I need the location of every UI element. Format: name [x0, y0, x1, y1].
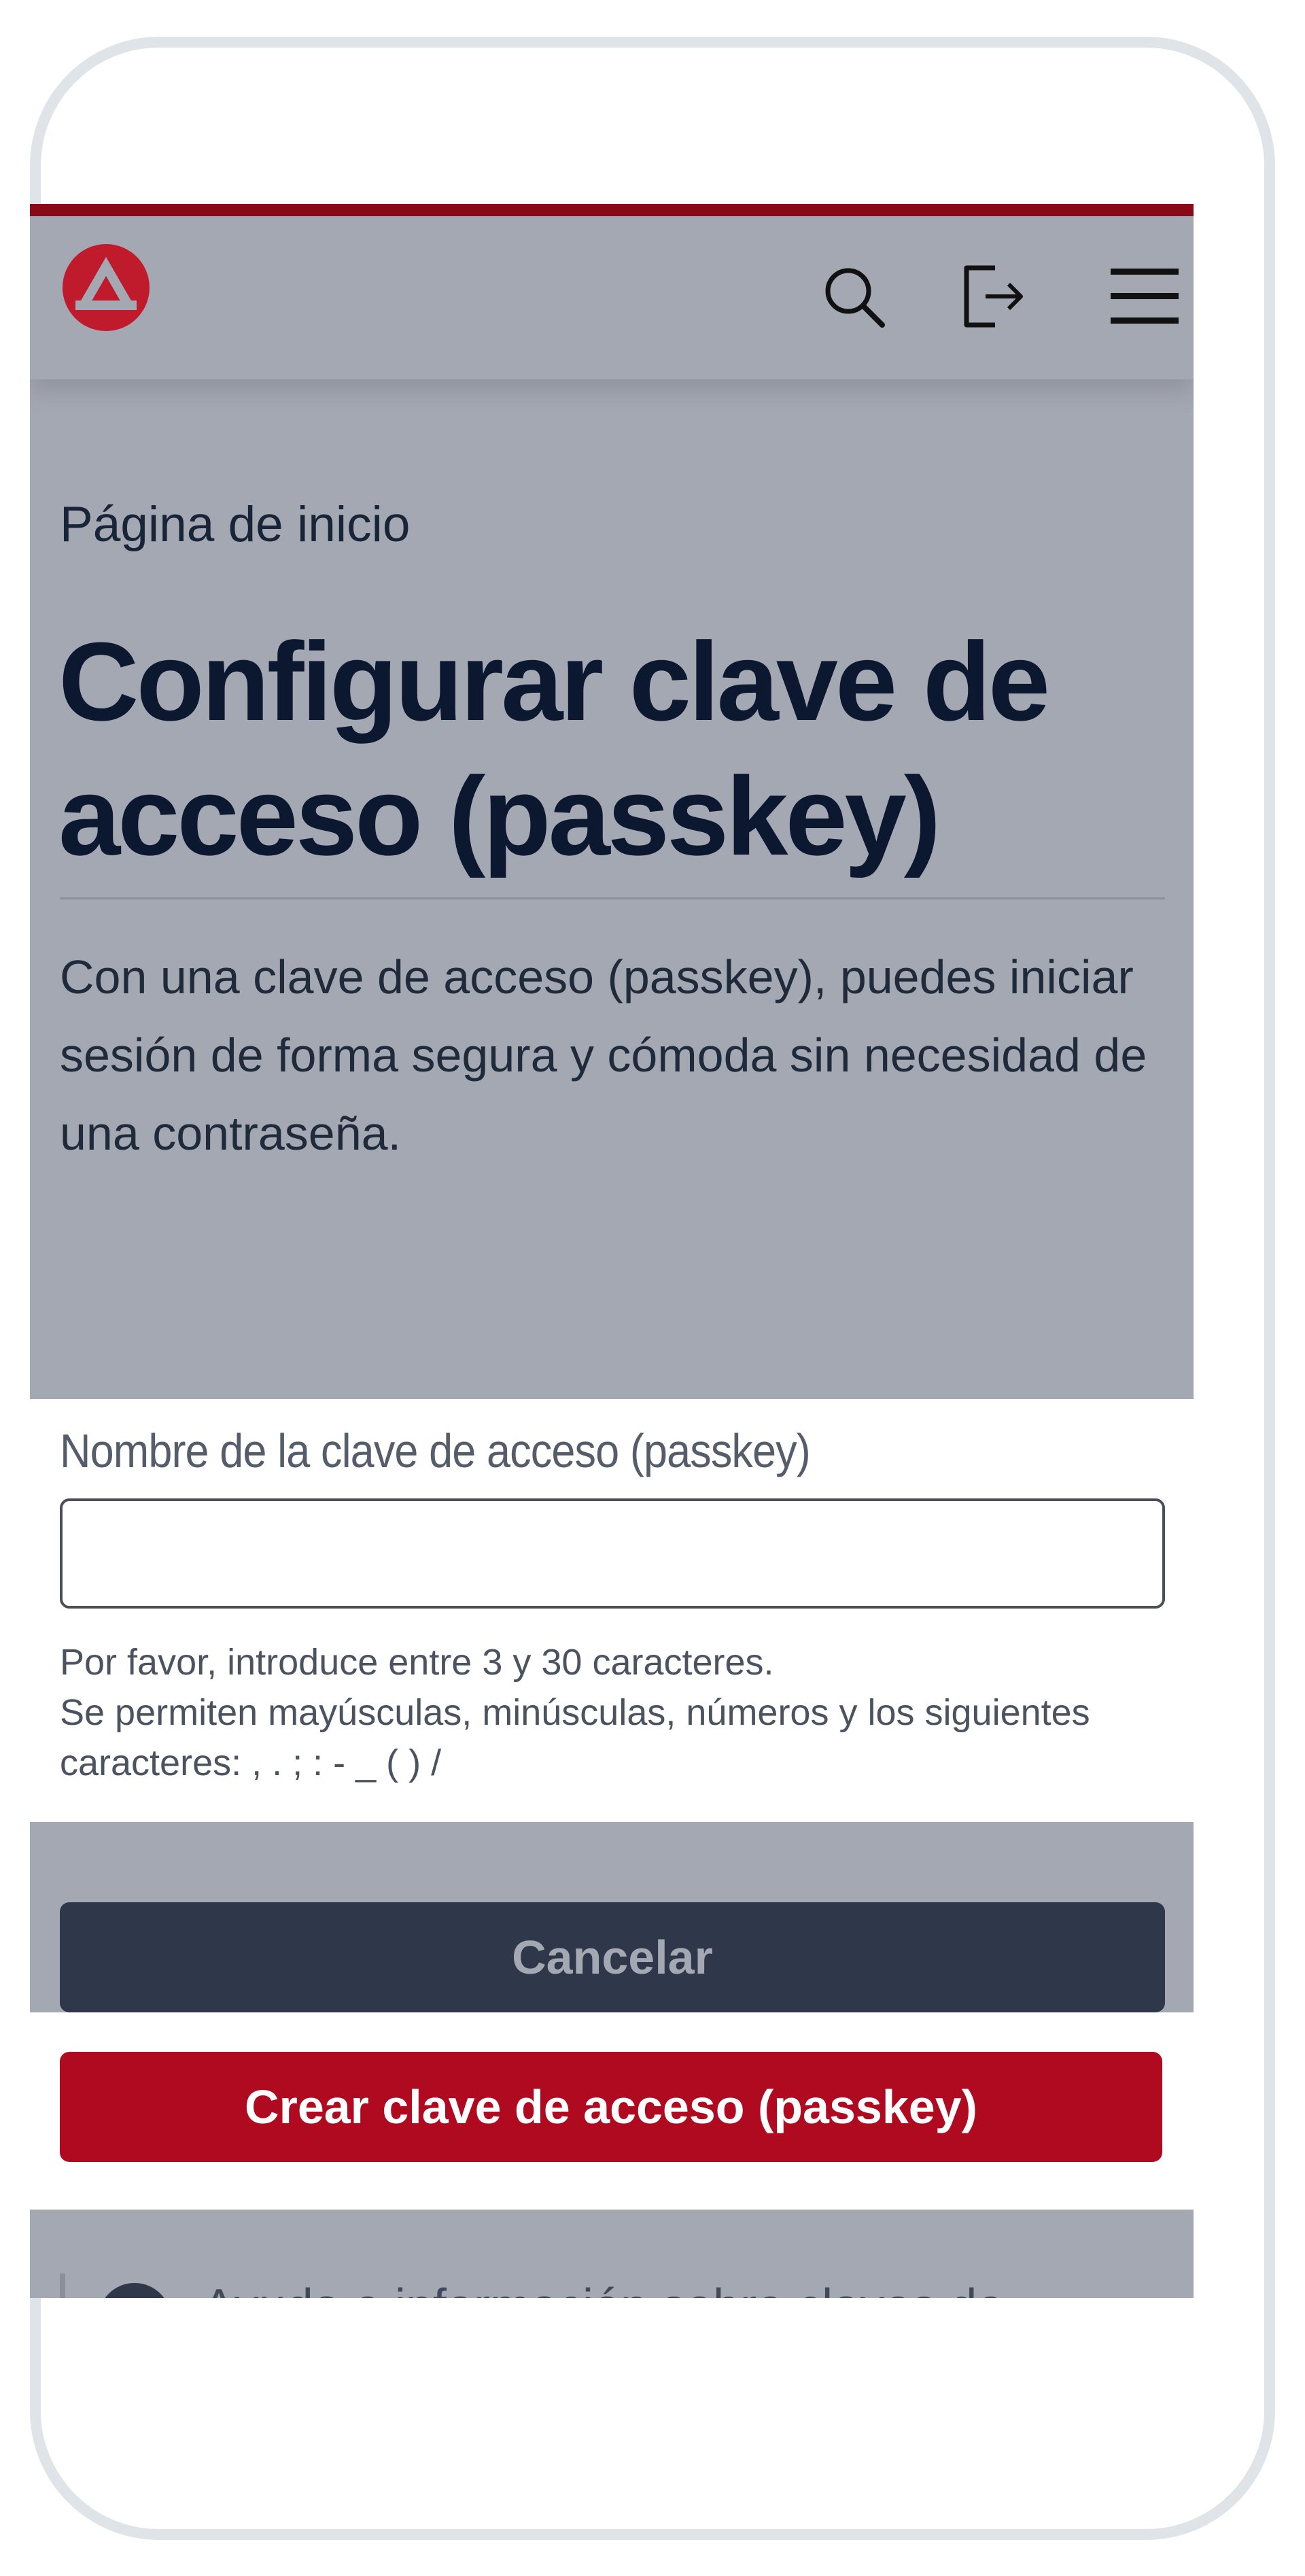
hamburger-menu-icon[interactable] — [1109, 261, 1180, 332]
app-screen: Página de inicio Configurar clave de acc… — [30, 204, 1194, 2298]
logout-icon[interactable] — [957, 261, 1028, 332]
site-header — [30, 216, 1194, 379]
help-link-label[interactable]: Ayuda e información sobre claves de — [203, 2279, 1004, 2298]
cancel-button[interactable]: Cancelar — [60, 1902, 1165, 2012]
question-icon: ? — [98, 2283, 171, 2298]
breadcrumb-home-link[interactable]: Página de inicio — [60, 495, 410, 555]
passkey-name-form: Nombre de la clave de acceso (passkey) P… — [30, 1399, 1194, 1822]
passkey-name-hint: Por favor, introduce entre 3 y 30 caract… — [60, 1637, 1161, 1788]
help-accent-bar — [60, 2273, 65, 2298]
intro-text: Con una clave de acceso (passkey), puede… — [60, 950, 1147, 1160]
create-passkey-button[interactable]: Crear clave de acceso (passkey) — [60, 2052, 1162, 2162]
hint-allowed-characters: Se permiten mayúsculas, minúsculas, núme… — [60, 1692, 1090, 1783]
help-accordion[interactable]: ? Ayuda e información sobre claves de — [60, 2273, 1174, 2298]
hint-length: Por favor, introduce entre 3 y 30 caract… — [60, 1642, 774, 1683]
search-icon[interactable] — [818, 261, 889, 332]
top-accent-bar — [30, 204, 1194, 216]
agentur-arbeit-logo-icon[interactable] — [60, 242, 152, 333]
page-title: Configurar clave de acceso (passkey) — [58, 619, 1050, 878]
title-divider — [60, 897, 1165, 899]
passkey-name-label: Nombre de la clave de acceso (passkey) — [60, 1424, 811, 1477]
passkey-name-input[interactable] — [60, 1498, 1165, 1609]
